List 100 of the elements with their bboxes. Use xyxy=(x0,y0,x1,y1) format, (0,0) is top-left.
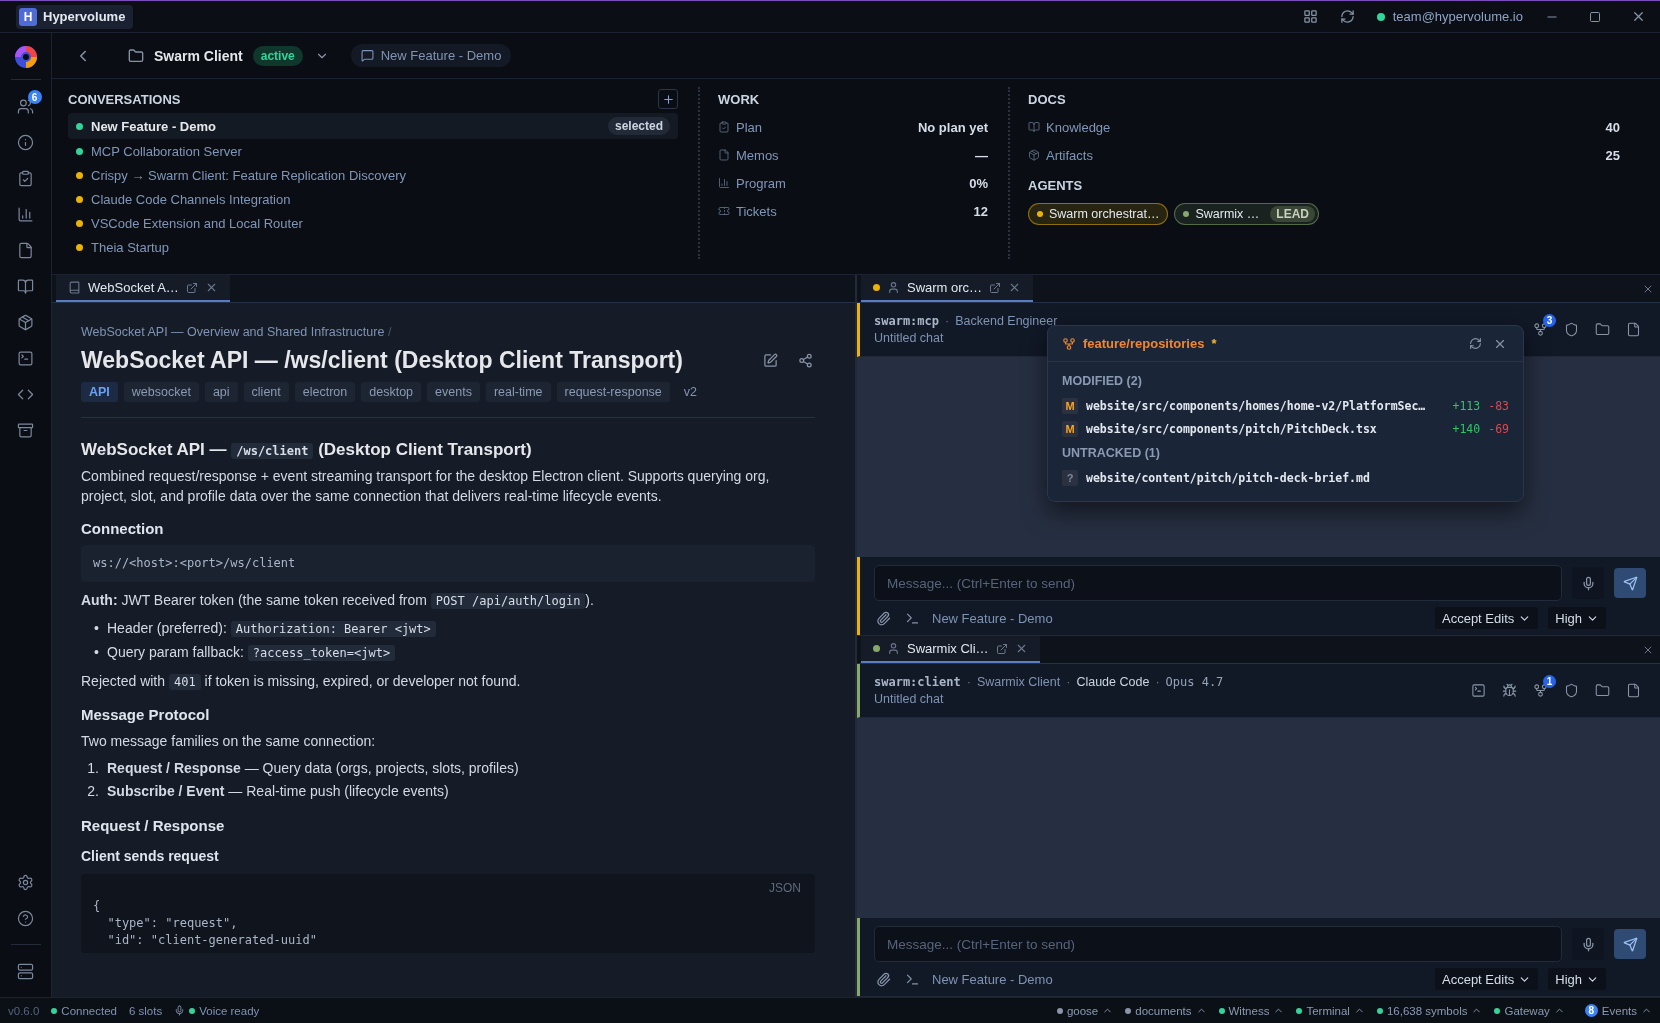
mic-icon xyxy=(174,1005,186,1016)
events-button[interactable]: 8 Events xyxy=(1584,1004,1652,1017)
agent-meta: Swarmix Client xyxy=(976,675,1061,689)
users-button[interactable]: 6 xyxy=(8,89,43,123)
service-toggle[interactable]: 16,638 symbols xyxy=(1376,1004,1483,1017)
section-heading: WebSocket API — /ws/client (Desktop Client Transport) xyxy=(81,440,533,460)
message-input[interactable]: Message... (Ctrl+Enter to send) xyxy=(874,926,1562,962)
user-icon xyxy=(887,281,900,294)
service-toggle[interactable]: Gateway xyxy=(1494,1004,1565,1017)
share-button[interactable] xyxy=(796,351,815,370)
slots-count: 6 slots xyxy=(128,1004,163,1017)
file-path[interactable]: website/content/pitch/pitch-deck-brief.md xyxy=(1086,470,1509,485)
service-toggle[interactable]: goose xyxy=(1056,1004,1114,1017)
conversation-item[interactable]: MCP Collaboration Server xyxy=(68,139,678,163)
file-path[interactable]: website/src/components/homes/home-v2/PlatformSec… xyxy=(1086,398,1445,413)
tag-chip[interactable]: api xyxy=(204,382,238,402)
file-status: ? xyxy=(1062,469,1078,486)
add-button[interactable] xyxy=(658,89,678,109)
agent-chip[interactable]: Swarmix … LEAD xyxy=(1174,203,1320,225)
terminal-icon xyxy=(905,610,920,626)
docs-item[interactable]: Knowledge 40 xyxy=(1028,113,1620,141)
tag-chip[interactable]: websocket xyxy=(123,382,199,402)
paragraph: Rejected with 401 if token is missing, expired, or developer not found. xyxy=(81,672,522,692)
message-icon xyxy=(360,49,374,62)
docs-item[interactable]: Artifacts 25 xyxy=(1028,141,1620,169)
code-text: ws://<host>:<port>/ws/client xyxy=(93,556,296,570)
subsection-heading: Request / Response xyxy=(81,817,226,834)
service-toggle[interactable]: documents xyxy=(1125,1004,1207,1017)
mode-dropdown[interactable]: Accept Edits xyxy=(1435,968,1539,990)
popout-icon[interactable] xyxy=(989,281,1002,294)
maximize-icon[interactable] xyxy=(1589,10,1601,23)
chat-title: Untitled chat xyxy=(874,331,944,345)
agent-slug: swarm:client xyxy=(874,675,961,689)
conversation-chip[interactable]: New Feature - Demo xyxy=(350,44,512,67)
mic-icon xyxy=(1580,575,1596,591)
send-button[interactable] xyxy=(1614,568,1646,598)
breadcrumb-link[interactable]: WebSocket API — Overview and Shared Infrastructure xyxy=(81,325,385,339)
chat-tab[interactable]: Swarmix Cli… xyxy=(861,636,1040,663)
group-title: UNTRACKED (1) xyxy=(1062,446,1161,460)
document-tab[interactable]: WebSocket A… xyxy=(56,275,230,302)
refresh-button[interactable] xyxy=(1467,335,1484,352)
conversation-item[interactable]: VSCode Extension and Local Router xyxy=(68,211,678,235)
branch-button[interactable]: 3 xyxy=(1528,317,1553,342)
bug-icon xyxy=(1502,683,1517,698)
app-chip[interactable]: H Hypervolume xyxy=(16,4,134,29)
paragraph: Combined request/response + event streaming transport for the desktop Electron client. Supports querying org, project, slot, and profile data over the same connection that delivers real-time lifecycle events. xyxy=(81,467,771,506)
agent-chip[interactable]: Swarm orchestrat… xyxy=(1028,203,1169,225)
added-count: +140 xyxy=(1452,421,1481,436)
edit-button[interactable] xyxy=(761,351,780,370)
subsection-heading: Connection xyxy=(81,520,165,537)
account-email[interactable]: team@hypervolume.io xyxy=(1392,9,1523,24)
message-input[interactable]: Message... (Ctrl+Enter to send) xyxy=(874,565,1562,601)
agent-meta: Opus 4.7 xyxy=(1165,675,1224,689)
document-title: WebSocket API — /ws/client (Desktop Client Transport) xyxy=(81,347,684,374)
tag-chip[interactable]: API xyxy=(81,382,118,402)
service-toggle[interactable]: Terminal xyxy=(1296,1004,1365,1017)
popout-icon[interactable] xyxy=(995,642,1008,655)
tag-chip[interactable]: client xyxy=(243,382,289,402)
popout-icon[interactable] xyxy=(185,281,198,294)
paragraph: Auth: JWT Bearer token (the same token received from POST /api/auth/login ). xyxy=(81,591,595,611)
effort-dropdown[interactable]: High xyxy=(1548,607,1606,629)
close-icon[interactable] xyxy=(1631,9,1646,24)
meta-separator: · xyxy=(1155,675,1160,689)
refresh-icon[interactable] xyxy=(1339,9,1355,24)
grid-icon[interactable] xyxy=(1302,9,1318,24)
section-title: CONVERSATIONS xyxy=(68,91,181,107)
version-label: v0.6.0 xyxy=(8,1004,40,1017)
work-item[interactable]: Program 0% xyxy=(718,169,988,197)
tag-chip[interactable]: real-time xyxy=(485,382,551,402)
mic-button[interactable] xyxy=(1572,567,1604,599)
server-icon xyxy=(17,962,34,980)
work-item[interactable]: Memos — xyxy=(718,141,988,169)
conversation-item[interactable]: New Feature - Demo selected xyxy=(68,113,678,139)
project-name[interactable]: Swarm Client xyxy=(154,47,243,64)
tag-chip[interactable]: request-response xyxy=(556,382,670,402)
work-item[interactable]: Plan No plan yet xyxy=(718,113,988,141)
service-toggle[interactable]: Witness xyxy=(1218,1004,1285,1017)
context-label: New Feature - Demo xyxy=(932,971,1054,987)
info-icon xyxy=(17,133,34,151)
tag-chip[interactable]: events xyxy=(427,382,480,402)
box-icon xyxy=(1028,149,1040,161)
branch-button[interactable]: 1 xyxy=(1528,678,1553,703)
conversation-item[interactable]: Theia Startup xyxy=(68,235,678,259)
work-item[interactable]: Tickets 12 xyxy=(718,197,988,225)
effort-dropdown[interactable]: High xyxy=(1548,968,1606,990)
file-icon xyxy=(718,149,730,161)
list-marker: • xyxy=(93,643,99,662)
chat-tab[interactable]: Swarm orc… xyxy=(861,275,1034,302)
tag-chip[interactable]: electron xyxy=(294,382,356,402)
folder-icon xyxy=(1595,683,1610,698)
file-path[interactable]: website/src/components/pitch/PitchDeck.tsx xyxy=(1086,421,1445,436)
list-item: Query param fallback: ?access_token=<jwt> xyxy=(107,641,396,665)
mode-dropdown[interactable]: Accept Edits xyxy=(1435,607,1539,629)
mic-button[interactable] xyxy=(1572,928,1604,960)
book-icon xyxy=(68,281,81,294)
conversation-item[interactable]: Crispy → Swarm Client: Feature Replication Discovery xyxy=(68,163,678,187)
conversation-item[interactable]: Claude Code Channels Integration xyxy=(68,187,678,211)
send-button[interactable] xyxy=(1614,929,1646,959)
list-item: Header (preferred): Authorization: Bearer <jwt> xyxy=(107,617,436,641)
tag-chip[interactable]: desktop xyxy=(361,382,422,402)
